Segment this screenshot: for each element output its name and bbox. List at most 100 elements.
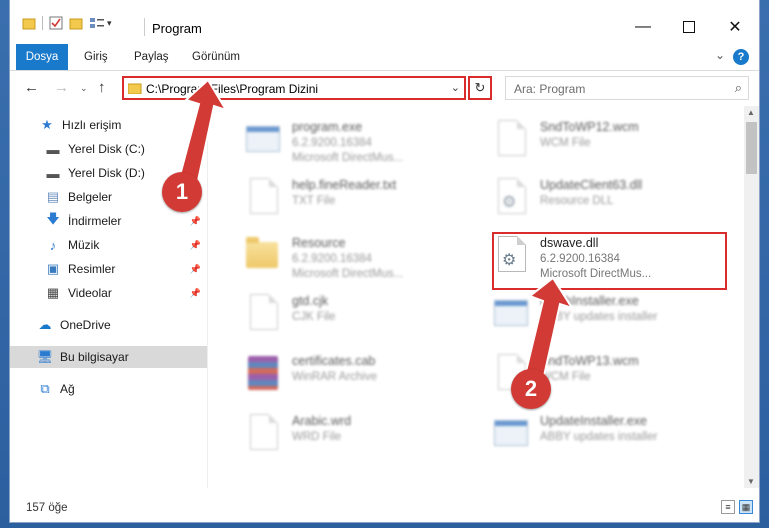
sidebar-item-pictures[interactable]: ▣ Resimler 📌	[10, 258, 207, 280]
sidebar-item-videos[interactable]: ▦ Videolar 📌	[10, 282, 207, 304]
generic-file-icon	[244, 412, 280, 454]
exe-file-icon	[244, 118, 280, 160]
customize-toolbar-chevron-icon[interactable]: ▾	[107, 18, 112, 29]
file-item-help-txt[interactable]: help.fineReader.txt TXT File	[240, 172, 480, 228]
search-icon: ⌕	[734, 80, 742, 95]
search-box[interactable]: Ara: Program ⌕	[505, 76, 749, 100]
refresh-icon: ↻	[474, 80, 486, 95]
up-arrow-icon[interactable]: ↑	[98, 79, 106, 96]
file-item-resource-folder[interactable]: Resource 6.2.9200.16384 Microsoft DirectM…	[240, 230, 480, 286]
tab-file[interactable]: Dosya	[16, 44, 68, 70]
window-title: Program	[152, 21, 202, 36]
address-dropdown-chevron-icon[interactable]: ⌄	[451, 81, 460, 94]
file-detail: ABBY updates installer	[540, 431, 658, 443]
pin-icon: 📌	[189, 215, 201, 226]
sidebar-item-downloads[interactable]: 🡇 İndirmeler 📌	[10, 210, 207, 232]
generic-file-icon	[244, 292, 280, 334]
vertical-scrollbar[interactable]: ▲ ▼	[744, 106, 759, 488]
dswave-highlight-box	[492, 232, 727, 290]
file-item-sndtowp12[interactable]: SndToWP12.wcm WCM File	[488, 114, 728, 170]
sidebar-item-label: Belgeler	[68, 190, 113, 204]
address-path: C:\Program Files\Program Dizini	[146, 82, 319, 96]
sidebar-item-label: Ağ	[60, 382, 75, 396]
file-name: certificates.cab	[292, 354, 376, 368]
file-detail: 6.2.9200.16384	[292, 137, 372, 149]
file-item-program-exe[interactable]: program.exe 6.2.9200.16384 Microsoft Dire…	[240, 114, 480, 170]
pin-icon: 📌	[189, 143, 201, 154]
file-item-arabic-wrd[interactable]: Arabic.wrd WRD File	[240, 408, 480, 464]
file-item-updateclient63[interactable]: ⚙ UpdateClient63.dll Resource DLL	[488, 172, 728, 228]
drive-icon: ▬	[46, 165, 60, 181]
step-1-badge: 1	[162, 172, 202, 212]
file-detail: ABBY updates installer	[540, 311, 658, 323]
maximize-button[interactable]	[666, 12, 712, 42]
file-name: gtd.cjk	[292, 294, 329, 308]
file-name: Arabic.wrd	[292, 414, 352, 428]
exe-file-icon	[492, 292, 528, 334]
file-list: program.exe 6.2.9200.16384 Microsoft Dire…	[210, 106, 742, 488]
explorer-window: ▾ Program — ✕ Dosya Giriş Paylaş Görünüm…	[10, 0, 759, 522]
maximize-icon	[683, 21, 695, 33]
file-item-batchinstaller[interactable]: BatchInstaller.exe ABBY updates installe…	[488, 288, 728, 344]
file-detail: Microsoft DirectMus...	[292, 152, 404, 164]
search-input[interactable]: Ara: Program	[514, 82, 585, 96]
file-name: Resource	[292, 236, 346, 250]
item-count: 157 öğe	[26, 502, 68, 514]
tab-view[interactable]: Görünüm	[192, 44, 240, 70]
scroll-up-icon[interactable]: ▲	[747, 108, 755, 117]
folder-icon	[128, 83, 142, 94]
file-detail: WCM File	[540, 137, 591, 149]
pictures-icon: ▣	[46, 261, 60, 276]
details-view-icon[interactable]: ≡	[721, 500, 735, 514]
generic-file-icon	[492, 118, 528, 160]
sidebar-item-label: Resimler	[68, 262, 116, 276]
scrollbar-thumb[interactable]	[746, 122, 757, 174]
back-arrow-icon[interactable]: ←	[24, 79, 39, 96]
file-name: UpdateClient63.dll	[540, 178, 643, 192]
sidebar-item-label: Müzik	[68, 238, 100, 252]
navigation-bar: ← → ⌄ ↑ C:\Program Files\Program Dizini …	[10, 71, 759, 105]
sidebar-item-onedrive[interactable]: ☁ OneDrive	[10, 314, 207, 336]
sidebar-item-music[interactable]: ♪ Müzik 📌	[10, 234, 207, 256]
properties-icon[interactable]	[49, 16, 63, 30]
new-folder-icon[interactable]	[69, 16, 83, 30]
title-bar: ▾ Program — ✕	[10, 0, 759, 44]
minimize-button[interactable]: —	[620, 12, 666, 42]
sidebar-item-quick-access[interactable]: ★ Hızlı erişim	[10, 114, 207, 136]
text-file-icon	[244, 176, 280, 218]
file-item-certificates-cab[interactable]: certificates.cab WinRAR Archive	[240, 348, 480, 404]
folder-icon[interactable]	[22, 16, 36, 30]
documents-icon: ▤	[46, 189, 60, 204]
refresh-button[interactable]: ↻	[468, 76, 492, 100]
close-button[interactable]: ✕	[712, 12, 758, 42]
archive-file-icon	[244, 352, 280, 394]
file-item-gtd-cjk[interactable]: gtd.cjk CJK File	[240, 288, 480, 344]
help-icon[interactable]: ?	[733, 49, 749, 65]
tab-share[interactable]: Paylaş	[134, 44, 169, 70]
sidebar-item-network[interactable]: ⧉ Ağ	[10, 378, 207, 400]
address-bar[interactable]: C:\Program Files\Program Dizini ⌄	[122, 76, 466, 100]
sidebar-item-this-pc[interactable]: 🖥 Bu bilgisayar	[10, 346, 207, 368]
tab-home[interactable]: Giriş	[84, 44, 108, 70]
recent-locations-chevron-icon[interactable]: ⌄	[80, 83, 88, 94]
tiles-view-icon[interactable]: ▦	[739, 500, 753, 514]
folder-icon	[244, 234, 280, 276]
file-name: help.fineReader.txt	[292, 178, 397, 192]
sidebar-item-label: OneDrive	[60, 318, 111, 332]
pin-icon: 📌	[189, 263, 201, 274]
forward-arrow-icon[interactable]: →	[54, 79, 69, 96]
status-bar: 157 öğe ≡ ▦	[10, 494, 759, 522]
drive-icon: ▬	[46, 141, 60, 157]
pin-icon: 📌	[189, 239, 201, 250]
file-name: UpdateInstaller.exe	[540, 414, 648, 428]
file-name: SndToWP12.wcm	[540, 120, 639, 134]
sidebar-item-local-disk-c[interactable]: ▬ Yerel Disk (C:) 📌	[10, 138, 207, 160]
scroll-down-icon[interactable]: ▼	[747, 477, 755, 486]
cloud-icon: ☁	[38, 317, 52, 332]
ribbon-tabs: Dosya Giriş Paylaş Görünüm ⌄ ?	[10, 44, 759, 71]
file-name: BatchInstaller.exe	[540, 294, 639, 308]
expand-ribbon-chevron-icon[interactable]: ⌄	[715, 48, 725, 62]
minimize-icon: —	[635, 18, 651, 35]
view-options-icon[interactable]	[89, 16, 105, 30]
file-item-updateinstaller[interactable]: UpdateInstaller.exe ABBY updates install…	[488, 408, 728, 464]
